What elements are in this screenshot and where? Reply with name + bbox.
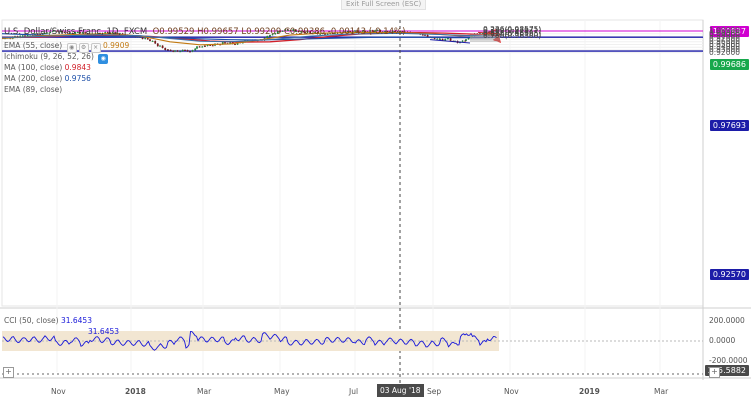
- candle: [444, 39, 447, 41]
- cci-axis-label: 200.0000: [709, 316, 745, 325]
- candle: [179, 51, 182, 53]
- candle: [234, 44, 236, 46]
- time-axis-label: Jul: [349, 387, 359, 396]
- candle: [144, 38, 147, 40]
- legend-cci-value: 31.6453: [88, 327, 120, 336]
- candle: [204, 45, 206, 47]
- candle: [201, 46, 204, 48]
- candle: [424, 34, 426, 36]
- candle: [211, 45, 214, 47]
- legend-cci[interactable]: CCI (50, close) 31.6453: [4, 316, 92, 326]
- time-axis-label: May: [274, 387, 290, 396]
- legend-ema89[interactable]: EMA (89, close): [4, 85, 62, 95]
- candle: [209, 44, 212, 46]
- candle: [449, 38, 452, 41]
- candle: [161, 45, 164, 49]
- legend-ma100[interactable]: MA (100, close) 0.9843: [4, 63, 91, 73]
- candle: [149, 39, 151, 42]
- candle: [189, 51, 191, 53]
- eye-icon[interactable]: ◉: [98, 54, 109, 64]
- candle: [439, 38, 441, 40]
- legend-ma200[interactable]: MA (200, close) 0.9756: [4, 74, 91, 84]
- candle: [426, 35, 429, 37]
- symbol-title: U.S. Dollar/Swiss Franc, 1D, FXCM O0.995…: [4, 27, 405, 37]
- time-axis-label: Mar: [197, 387, 212, 396]
- candle: [167, 49, 169, 51]
- candle: [141, 37, 144, 39]
- candle: [198, 46, 201, 48]
- candle: [421, 34, 424, 36]
- cci-axis-label: -200.0000: [709, 356, 748, 365]
- price-tag-low: 0.92570: [709, 269, 749, 280]
- candle: [156, 43, 159, 47]
- candle: [224, 42, 226, 44]
- candle: [169, 49, 172, 51]
- chart-stage[interactable]: Exit Full Screen (ESC) U.S. Dollar/Swiss…: [0, 0, 751, 401]
- candle: [164, 48, 167, 51]
- candle: [186, 50, 189, 52]
- ohlc-change: -0.00143 (-0.14%): [327, 27, 406, 37]
- candle: [191, 50, 194, 52]
- ohlc-high: H0.99657: [197, 27, 239, 37]
- candle: [174, 50, 176, 52]
- candle: [436, 38, 439, 40]
- time-axis-label: Sep: [427, 387, 442, 396]
- cci-axis-label: 0.0000: [709, 336, 736, 345]
- time-axis-label: 2019: [579, 387, 600, 396]
- ohlc-close: C0.99386: [283, 27, 326, 37]
- fib-level-label: 0.786(0.96300): [483, 30, 542, 40]
- time-axis-label: Mar: [654, 387, 669, 396]
- candle: [461, 40, 464, 42]
- price-chart[interactable]: [0, 0, 751, 401]
- price-tag-mid: 0.97693: [709, 120, 749, 131]
- symbol-name: U.S. Dollar/Swiss Franc, 1D, FXCM: [4, 27, 148, 37]
- price-tag-current: 0.99686: [709, 59, 749, 70]
- ohlc-open: O0.99529: [152, 27, 195, 37]
- candle: [176, 50, 179, 52]
- candle: [196, 46, 198, 49]
- time-axis-label: Nov: [504, 387, 519, 396]
- candle: [465, 39, 467, 41]
- candle: [146, 38, 149, 40]
- add-button[interactable]: +: [3, 367, 14, 378]
- ohlc-low: L0.99209: [241, 27, 282, 37]
- candle: [184, 49, 186, 51]
- exit-fullscreen-button[interactable]: Exit Full Screen (ESC): [341, 0, 427, 10]
- time-axis-label: Nov: [51, 387, 66, 396]
- candle: [181, 49, 184, 52]
- time-axis-label: 2018: [125, 387, 146, 396]
- candle: [154, 40, 157, 44]
- cursor-date-tag: 03 Aug '18: [377, 384, 424, 397]
- candle: [194, 48, 197, 51]
- price-axis-label: 0.92000: [709, 47, 741, 57]
- candle: [172, 50, 175, 52]
- candle: [159, 45, 161, 47]
- candle: [151, 40, 154, 42]
- add-button-right[interactable]: +: [709, 367, 720, 378]
- candle: [447, 38, 449, 40]
